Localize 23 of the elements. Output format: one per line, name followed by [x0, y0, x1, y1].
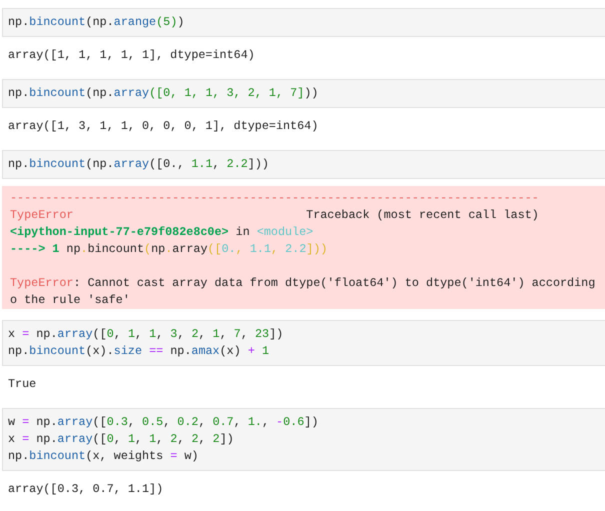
- output-text: array([0.3, 0.7, 1.1]): [8, 481, 164, 498]
- traceback-line: <ipython-input-77-e79f082e8c0e> in <module>: [10, 224, 314, 241]
- output-text: True: [8, 376, 38, 393]
- code-line: x = np.array([0, 1, 1, 2, 2, 2]): [8, 431, 235, 448]
- code-line: np.bincount(np.arange(5)): [8, 14, 186, 31]
- output-text: array([1, 3, 1, 1, 0, 0, 0, 1], dtype=int64): [8, 118, 320, 135]
- code-line: np.bincount(x, weights = w): [8, 448, 200, 465]
- traceback-line: TypeError Traceback (most recent call last): [10, 207, 540, 224]
- code-line: x = np.array([0, 1, 1, 3, 2, 1, 7, 23]): [8, 326, 284, 343]
- code-cell[interactable]: np.bincount(np.arange(5)): [2, 8, 605, 37]
- code-cell[interactable]: w = np.array([0.3, 0.5, 0.2, 0.7, 1., -0.6]) x = np.array([0, 1, 1, 2, 2, 2]) np.bincount(x, weights = w): [2, 408, 605, 471]
- code-line: np.bincount(x).size == np.amax(x) + 1: [8, 343, 270, 360]
- code-line: w = np.array([0.3, 0.5, 0.2, 0.7, 1., -0.6]): [8, 414, 320, 431]
- traceback-line: o the rule 'safe': [10, 292, 131, 309]
- traceback-line: ----> 1 np.bincount(np.array([0., 1.1, 2.2])): [10, 241, 328, 258]
- traceback-line: ---------------------------------------------------------------------------: [10, 190, 540, 207]
- code-cell[interactable]: x = np.array([0, 1, 1, 3, 2, 1, 7, 23]) np.bincount(x).size == np.amax(x) + 1: [2, 320, 605, 366]
- code-cell[interactable]: np.bincount(np.array([0., 1.1, 2.2])): [2, 150, 605, 179]
- output-text: array([1, 1, 1, 1, 1], dtype=int64): [8, 47, 256, 64]
- traceback-line: TypeError: Cannot cast array data from dtype('float64') to dtype('int64') according: [10, 275, 596, 292]
- code-cell[interactable]: np.bincount(np.array([0, 1, 1, 3, 2, 1, 7])): [2, 79, 605, 108]
- code-line: np.bincount(np.array([0., 1.1, 2.2])): [8, 156, 270, 173]
- code-line: np.bincount(np.array([0, 1, 1, 3, 2, 1, 7])): [8, 85, 320, 102]
